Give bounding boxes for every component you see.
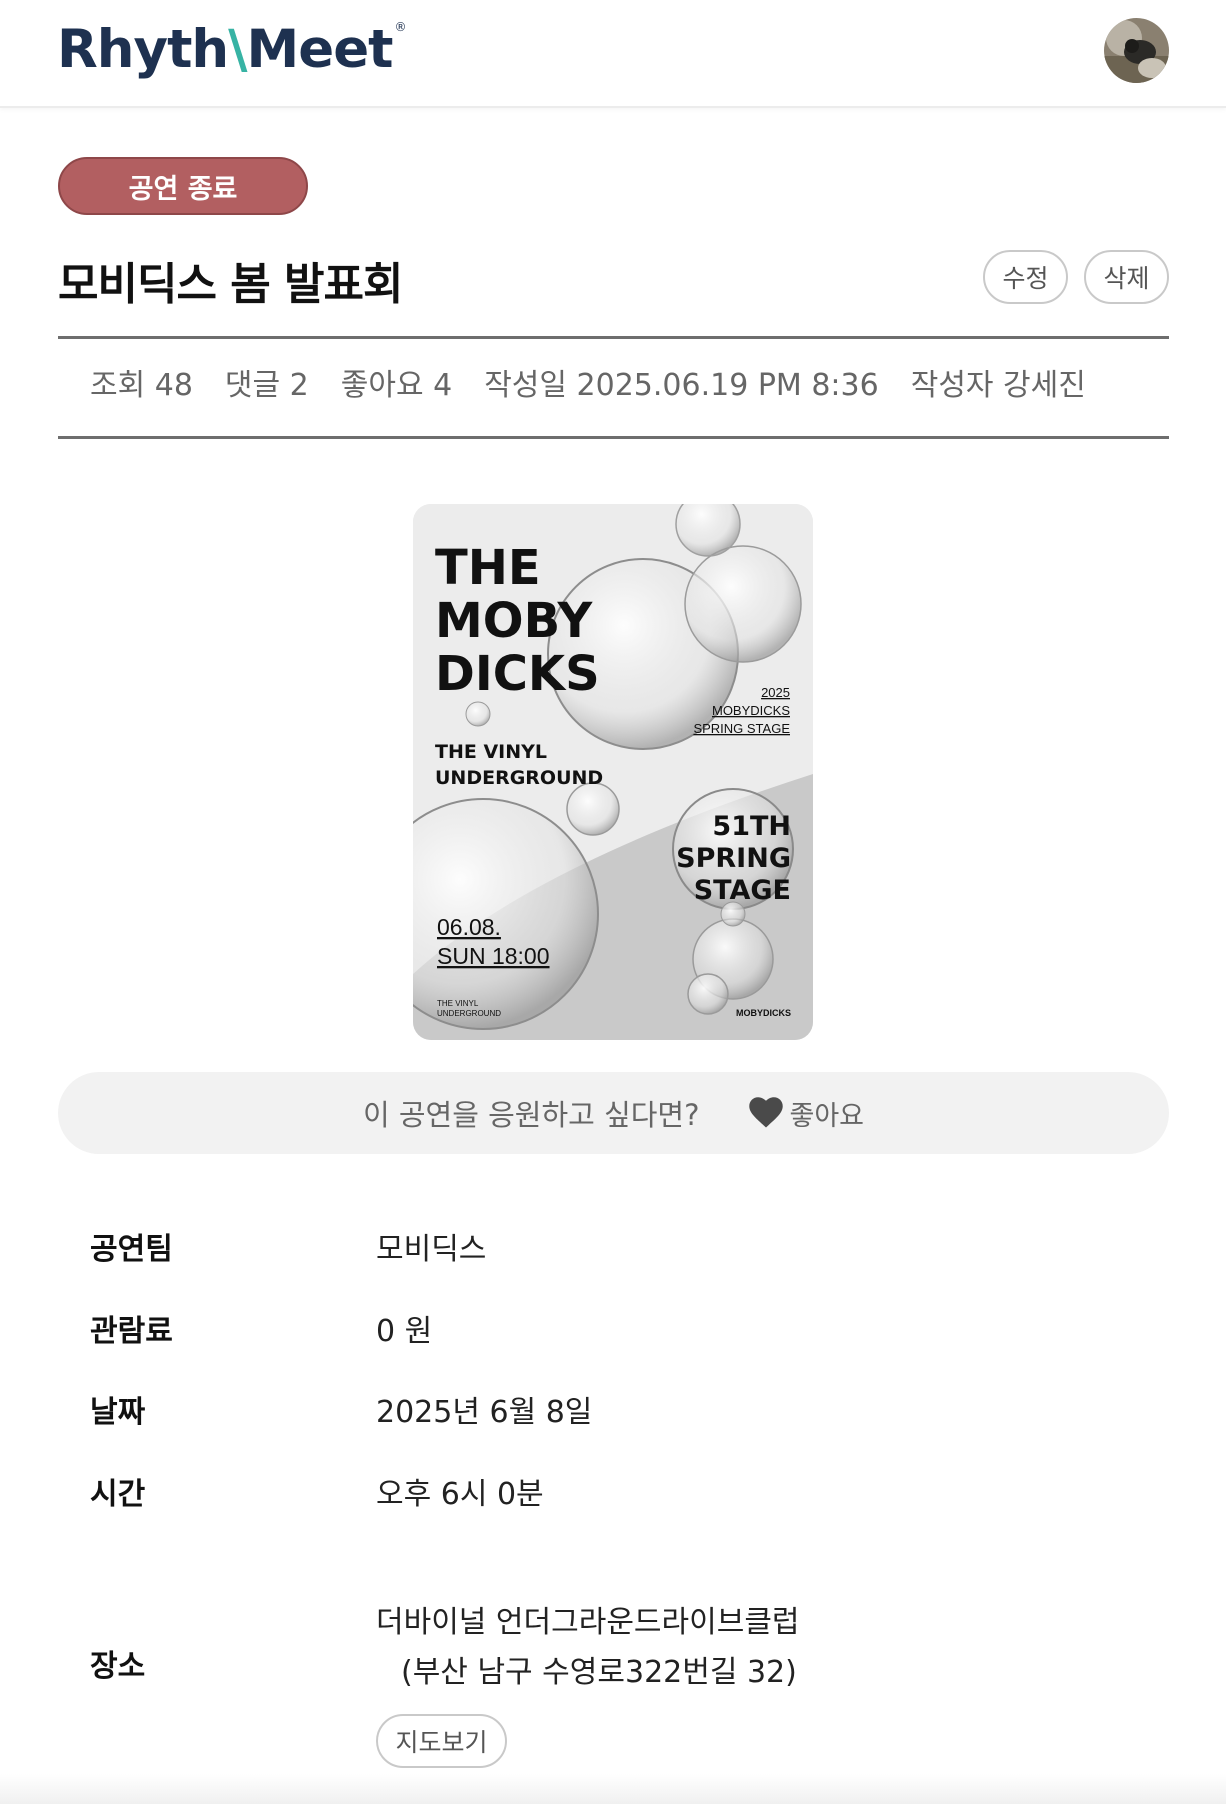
concert-poster: THE MOBY DICKS THE VINYL UNDERGROUND 51T…	[413, 504, 813, 1040]
top-header: Rhyth\Meet ®	[0, 0, 1226, 108]
poster-event-3: STAGE	[694, 875, 791, 906]
poster-footer-left-2: UNDERGROUND	[437, 1009, 501, 1018]
poster-sub-name: MOBYDICKS	[712, 703, 790, 718]
poster-date-2: SUN 18:00	[437, 943, 550, 969]
like-bar: 이 공연을 응원하고 싶다면? 좋아요	[58, 1072, 1169, 1154]
avatar[interactable]	[1104, 18, 1169, 83]
heart-icon	[748, 1097, 783, 1128]
logo-accent: \	[228, 18, 247, 80]
poster-title-1: THE	[435, 540, 541, 596]
post-date: 작성일 2025.06.19 PM 8:36	[484, 368, 879, 403]
date-value: 2025년 6월 8일	[376, 1395, 593, 1430]
place-name: 더바이널 언더그라운드라이브클럽	[376, 1605, 800, 1640]
divider-top	[58, 336, 1169, 339]
poster-title-3: DICKS	[435, 646, 600, 702]
poster-artwork: THE MOBY DICKS THE VINYL UNDERGROUND 51T…	[413, 504, 813, 1040]
delete-button[interactable]: 삭제	[1084, 250, 1169, 304]
place-address: (부산 남구 수영로322번길 32)	[401, 1655, 797, 1690]
logo[interactable]: Rhyth\Meet ®	[57, 14, 407, 84]
like-count: 좋아요 4	[340, 368, 453, 403]
poster-footer-right: MOBYDICKS	[736, 1008, 791, 1018]
post-author: 작성자 강세진	[910, 368, 1086, 403]
poster-event-1: 51TH	[712, 811, 791, 842]
time-label: 시간	[90, 1477, 146, 1512]
fee-label: 관람료	[90, 1314, 173, 1349]
poster-title-2: MOBY	[435, 593, 594, 649]
poster-footer-left-1: THE VINYL	[437, 999, 479, 1008]
map-button[interactable]: 지도보기	[376, 1714, 507, 1768]
team-value: 모비딕스	[376, 1232, 487, 1267]
team-label: 공연팀	[90, 1232, 173, 1267]
place-label: 장소	[90, 1649, 146, 1684]
like-prompt: 이 공연을 응원하고 싶다면?	[362, 1098, 700, 1132]
poster-sub-stage: SPRING STAGE	[693, 721, 790, 736]
poster-event-2: SPRING	[676, 843, 791, 874]
poster-venue-2: UNDERGROUND	[435, 767, 603, 789]
poster-date-1: 06.08.	[437, 914, 501, 940]
edit-button[interactable]: 수정	[983, 250, 1068, 304]
view-count: 조회 48	[90, 368, 193, 403]
like-button-label: 좋아요	[789, 1100, 865, 1132]
bottom-shade	[0, 1774, 1226, 1804]
date-label: 날짜	[90, 1395, 146, 1430]
poster-sub-year: 2025	[761, 685, 790, 700]
avatar-image	[1104, 18, 1169, 83]
fee-value: 0 원	[376, 1314, 433, 1349]
page-title: 모비딕스 봄 발표회	[58, 259, 403, 310]
comment-count: 댓글 2	[224, 368, 309, 403]
logo-registered-mark: ®	[394, 20, 407, 34]
like-button[interactable]: 좋아요	[748, 1094, 865, 1133]
logo-text: Rhyth\Meet	[57, 18, 394, 80]
status-badge: 공연 종료	[58, 157, 308, 215]
post-meta: 조회 48 댓글 2 좋아요 4 작성일 2025.06.19 PM 8:36 …	[90, 360, 1086, 404]
time-value: 오후 6시 0분	[376, 1477, 544, 1512]
poster-venue-1: THE VINYL	[435, 741, 547, 763]
divider-bottom	[58, 436, 1169, 439]
